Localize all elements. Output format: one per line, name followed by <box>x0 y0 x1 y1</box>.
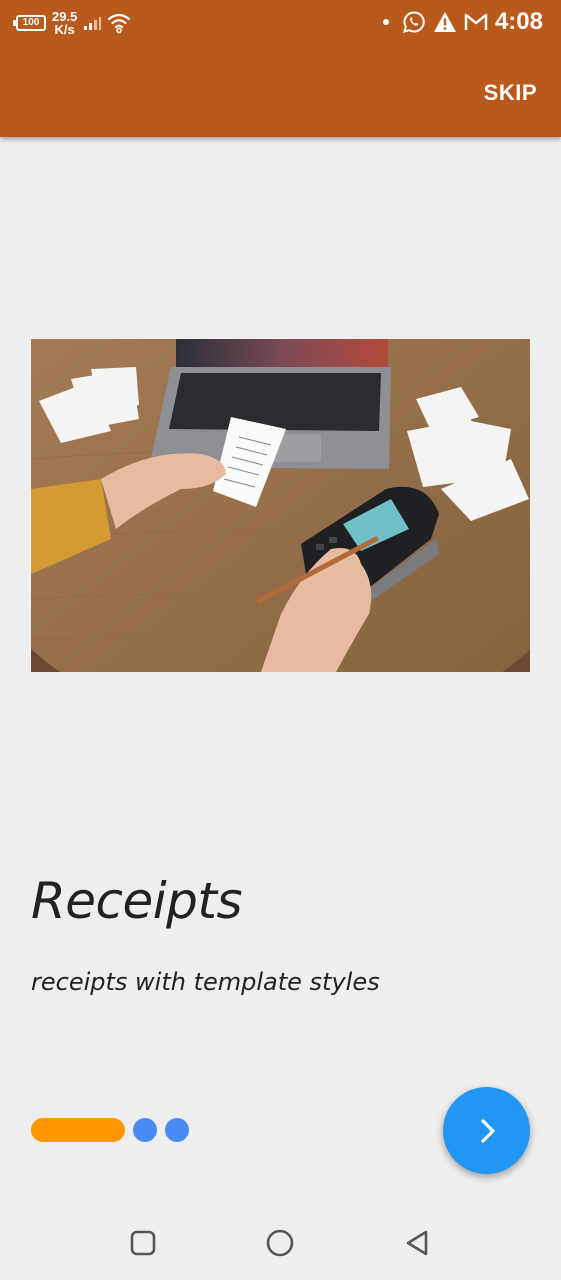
back-icon <box>406 1230 428 1256</box>
slide-subtitle: receipts with template styles <box>31 968 380 996</box>
back-button[interactable] <box>401 1227 433 1259</box>
system-nav-bar <box>0 1203 561 1280</box>
skip-button[interactable]: SKIP <box>484 80 537 106</box>
home-icon <box>266 1229 294 1257</box>
app-bar: 100 29.5 K/s 4:08 SKIP <box>0 0 561 137</box>
net-speed: 29.5 K/s <box>52 10 77 36</box>
whatsapp-icon <box>403 11 425 33</box>
clock: 4:08 <box>494 8 543 35</box>
page-indicator-dot <box>133 1118 157 1142</box>
page-indicator-active <box>31 1118 125 1142</box>
recent-apps-button[interactable] <box>127 1227 159 1259</box>
battery-level: 100 <box>22 17 40 28</box>
page-indicator <box>31 1118 189 1142</box>
slide-title: Receipts <box>31 872 243 930</box>
net-speed-unit: K/s <box>54 22 75 37</box>
warning-icon <box>433 12 456 32</box>
home-button[interactable] <box>264 1227 296 1259</box>
wifi-icon <box>108 13 131 34</box>
gmail-icon <box>464 13 488 30</box>
slide-image <box>31 339 530 672</box>
chevron-right-icon <box>480 1118 495 1143</box>
next-button[interactable] <box>443 1087 530 1174</box>
signal-icon <box>84 17 102 30</box>
recent-apps-icon <box>130 1230 156 1256</box>
page-indicator-dot <box>165 1118 189 1142</box>
notification-dot <box>382 19 389 25</box>
status-bar: 100 29.5 K/s 4:08 <box>0 0 561 52</box>
battery-icon: 100 <box>13 15 46 31</box>
